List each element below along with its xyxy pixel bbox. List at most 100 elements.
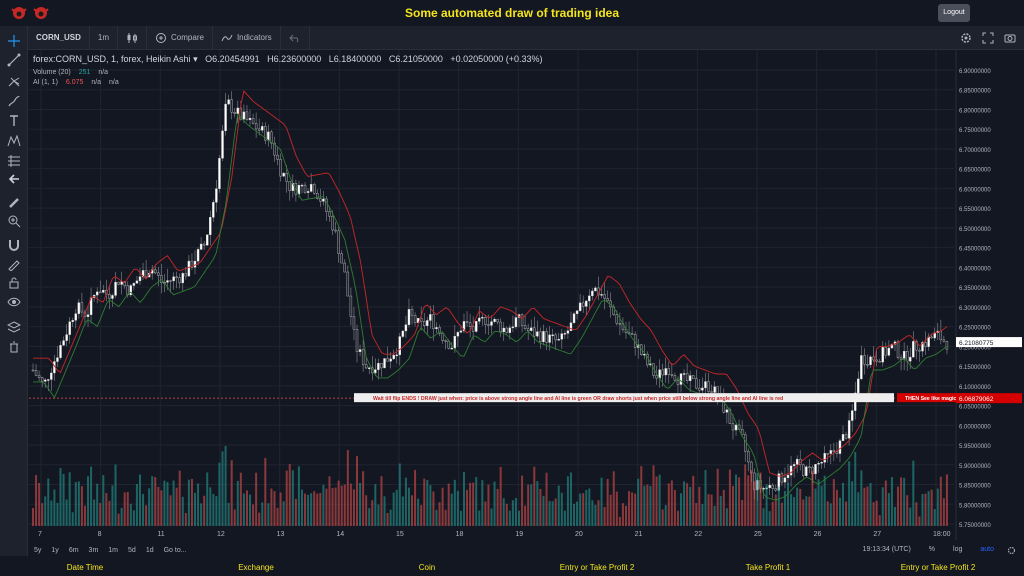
- candle: [432, 314, 435, 330]
- ai-label[interactable]: AI (1, 1): [33, 79, 58, 86]
- candle: [600, 294, 603, 296]
- candle: [117, 281, 120, 285]
- candle: [554, 334, 557, 341]
- legend-symbol[interactable]: forex:CORN_USD, 1, forex, Heikin Ashi: [33, 54, 191, 64]
- candle: [924, 342, 927, 347]
- x-tick-label: 7: [38, 531, 42, 538]
- volume-bar: [869, 483, 872, 526]
- range-6m[interactable]: 6m: [64, 547, 84, 554]
- volume-bar: [337, 480, 340, 526]
- volume-bar: [221, 451, 224, 526]
- volume-bar: [524, 505, 527, 526]
- trend-line-icon[interactable]: [7, 53, 21, 67]
- chart-settings-icon[interactable]: [1007, 546, 1016, 555]
- candle: [178, 277, 181, 284]
- range-3m[interactable]: 3m: [84, 547, 104, 554]
- text-icon[interactable]: [7, 114, 21, 128]
- prediction-icon[interactable]: [7, 154, 21, 168]
- candle: [187, 260, 191, 277]
- ruler-icon[interactable]: [7, 196, 21, 210]
- candle: [175, 276, 178, 279]
- volume-bar: [316, 493, 319, 526]
- volume-label[interactable]: Volume (20): [33, 69, 71, 76]
- settings-icon[interactable]: [960, 32, 972, 44]
- volume-bar: [533, 466, 536, 526]
- volume-bar: [826, 501, 829, 526]
- volume-bar: [175, 487, 178, 526]
- candle: [713, 386, 716, 393]
- volume-bar: [878, 515, 881, 526]
- range-1d[interactable]: 1d: [141, 547, 159, 554]
- volume-bar: [499, 467, 502, 526]
- volume-bar: [738, 477, 741, 526]
- volume-bar: [242, 493, 245, 526]
- brush-icon[interactable]: [7, 94, 21, 108]
- candle: [866, 363, 869, 366]
- layers-icon[interactable]: [7, 320, 21, 334]
- lock-icon[interactable]: [7, 276, 21, 290]
- candle: [251, 118, 255, 124]
- volume-bar: [203, 495, 206, 526]
- candle: [887, 347, 891, 356]
- compare-button[interactable]: Compare: [147, 25, 213, 50]
- volume-bar: [96, 483, 99, 526]
- volume-bar: [521, 475, 524, 526]
- magnet-icon[interactable]: [7, 238, 21, 252]
- candle: [835, 451, 839, 454]
- trash-icon[interactable]: [7, 340, 21, 354]
- volume-bar: [487, 484, 490, 526]
- candle: [789, 465, 793, 476]
- volume-bar: [921, 493, 924, 526]
- range-1y[interactable]: 1y: [46, 547, 63, 554]
- price-chart[interactable]: 6.90000000 6.85000000 6.80000000 6.75000000…: [29, 50, 1024, 540]
- candle: [734, 424, 738, 431]
- logout-button[interactable]: Logout: [938, 4, 970, 22]
- candle: [771, 484, 774, 489]
- candle: [334, 229, 337, 232]
- zoom-in-icon[interactable]: [7, 214, 21, 228]
- volume-bar: [890, 477, 893, 526]
- volume-bar: [490, 508, 493, 526]
- auto-toggle[interactable]: auto: [975, 546, 999, 555]
- volume-bar: [90, 466, 93, 526]
- volume-bar: [178, 470, 181, 526]
- candle: [248, 118, 252, 120]
- pitchfork-icon[interactable]: [7, 74, 21, 88]
- volume-bar: [411, 495, 414, 526]
- pencil-lock-icon[interactable]: [7, 257, 21, 271]
- symbol-search[interactable]: CORN_USD: [28, 25, 90, 50]
- percent-toggle[interactable]: %: [924, 546, 940, 555]
- candle: [857, 378, 860, 394]
- candle: [135, 280, 139, 284]
- volume-bar: [667, 483, 670, 526]
- volume-bar: [762, 508, 765, 526]
- range-5y[interactable]: 5y: [29, 547, 46, 554]
- drawing-toolbar: [0, 26, 28, 556]
- volume-bar: [799, 488, 802, 526]
- range-1m[interactable]: 1m: [103, 547, 123, 554]
- volume-bar: [945, 474, 948, 526]
- fullscreen-icon[interactable]: [982, 32, 994, 44]
- y-tick-label: 6.35000000: [959, 286, 991, 292]
- interval-selector[interactable]: 1m: [90, 25, 119, 50]
- range-5d[interactable]: 5d: [123, 547, 141, 554]
- crosshair-icon[interactable]: [7, 34, 21, 48]
- pattern-icon[interactable]: [7, 134, 21, 148]
- chart-area[interactable]: 6.90000000 6.85000000 6.80000000 6.75000000…: [29, 50, 1024, 540]
- volume-bar: [496, 488, 499, 526]
- volume-bar: [725, 508, 728, 526]
- back-arrow-icon[interactable]: [7, 172, 21, 186]
- volume-bar: [820, 485, 823, 526]
- indicators-button[interactable]: Indicators: [213, 25, 281, 50]
- volume-bar: [780, 502, 783, 526]
- candles-icon: [127, 32, 138, 43]
- volume-bar: [903, 477, 906, 526]
- chart-style-button[interactable]: [118, 25, 148, 50]
- undo-button[interactable]: [281, 25, 310, 50]
- camera-icon[interactable]: [1004, 32, 1016, 44]
- log-toggle[interactable]: log: [948, 546, 967, 555]
- eye-icon[interactable]: [7, 295, 21, 309]
- candle: [349, 295, 353, 317]
- goto-button[interactable]: Go to...: [159, 547, 192, 554]
- candle: [47, 379, 50, 381]
